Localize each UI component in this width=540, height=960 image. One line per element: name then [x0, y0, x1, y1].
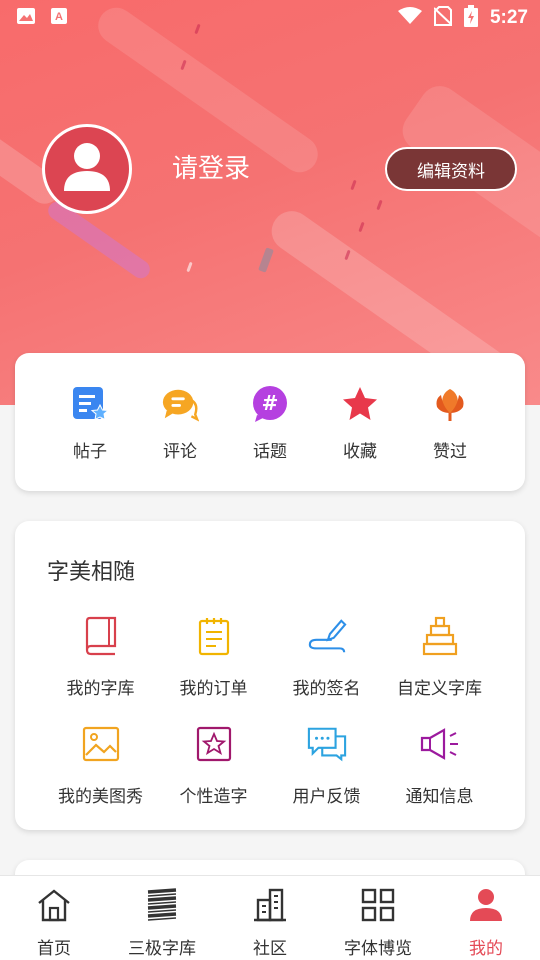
image-icon	[16, 7, 36, 29]
quick-action-favorites[interactable]: 收藏	[315, 385, 405, 491]
building-icon	[252, 888, 288, 926]
quick-action-topics[interactable]: # 话题	[225, 385, 315, 491]
feature-custom-fonts[interactable]: 自定义字库	[383, 615, 496, 699]
picture-icon	[81, 723, 121, 764]
tab-label: 字体博览	[344, 939, 412, 959]
like-icon	[431, 385, 469, 423]
feature-my-signature[interactable]: 我的签名	[270, 615, 383, 699]
quick-actions-card: 帖子 评论 # 话题 收藏 赞过	[15, 353, 525, 491]
feature-my-pictures[interactable]: 我的美图秀	[44, 723, 157, 807]
book-icon	[81, 615, 121, 656]
feature-notifications[interactable]: 通知信息	[383, 723, 496, 807]
decor-dot	[358, 221, 365, 233]
feature-label: 我的订单	[179, 679, 248, 699]
tab-mine[interactable]: 我的	[432, 876, 540, 960]
wifi-icon	[397, 7, 422, 29]
quick-action-label: 话题	[253, 442, 287, 462]
feedback-icon	[307, 723, 347, 764]
quick-action-likes[interactable]: 赞过	[405, 385, 495, 491]
login-prompt[interactable]: 请登录	[172, 148, 250, 185]
user-icon	[468, 888, 504, 926]
tab-community[interactable]: 社区	[216, 876, 324, 960]
quick-action-label: 赞过	[433, 442, 467, 462]
decor-dot	[186, 261, 193, 273]
signature-icon	[307, 615, 347, 656]
feature-label: 通知信息	[405, 787, 474, 807]
feature-label: 我的签名	[292, 679, 361, 699]
star-icon	[341, 385, 379, 423]
decor-dot	[350, 179, 357, 191]
star-frame-icon	[194, 723, 234, 764]
comment-icon	[161, 385, 199, 423]
feature-my-fonts[interactable]: 我的字库	[44, 615, 157, 699]
svg-text:A: A	[55, 11, 63, 23]
decor-dot	[376, 199, 383, 211]
quick-action-label: 帖子	[73, 442, 107, 462]
tab-label: 我的	[469, 939, 503, 959]
stack-icon	[144, 888, 180, 926]
quick-action-label: 评论	[163, 442, 197, 462]
tab-label: 三极字库	[128, 939, 196, 959]
status-bar: A 5:27	[0, 0, 540, 36]
no-sim-icon	[433, 6, 453, 30]
megaphone-icon	[420, 723, 460, 764]
edit-profile-button[interactable]: 编辑资料	[385, 147, 517, 191]
tab-font-gallery[interactable]: 字体博览	[324, 876, 432, 960]
quick-action-label: 收藏	[343, 442, 377, 462]
avatar[interactable]	[42, 124, 132, 214]
tab-home[interactable]: 首页	[0, 876, 108, 960]
battery-charging-icon	[463, 5, 478, 31]
bottom-tab-bar: 首页 三极字库 社区 字体博览 我的	[0, 875, 540, 960]
app-icon: A	[50, 7, 68, 29]
grid-icon	[360, 888, 396, 926]
feature-label: 我的字库	[66, 679, 135, 699]
features-grid: 我的字库 我的订单 我的签名 自定义字库 我的美图秀 个性造字 用户反馈 通知信…	[15, 615, 525, 807]
user-icon	[62, 141, 112, 197]
decor-dot	[258, 247, 274, 273]
tab-fonts-library[interactable]: 三极字库	[108, 876, 216, 960]
feature-user-feedback[interactable]: 用户反馈	[270, 723, 383, 807]
tab-label: 社区	[253, 939, 287, 959]
tower-icon	[420, 615, 460, 656]
features-card: 字美相随 我的字库 我的订单 我的签名 自定义字库 我的美图秀 个性造字 用户反…	[15, 521, 525, 830]
topic-icon: #	[251, 385, 289, 423]
quick-action-comments[interactable]: 评论	[135, 385, 225, 491]
feature-custom-char[interactable]: 个性造字	[157, 723, 270, 807]
svg-text:#: #	[262, 391, 279, 415]
feature-label: 个性造字	[179, 787, 248, 807]
feature-my-orders[interactable]: 我的订单	[157, 615, 270, 699]
feature-label: 我的美图秀	[58, 787, 143, 807]
feature-label: 用户反馈	[292, 787, 361, 807]
section-title: 字美相随	[47, 560, 136, 585]
tab-label: 首页	[37, 939, 71, 959]
quick-action-posts[interactable]: 帖子	[45, 385, 135, 491]
home-icon	[36, 888, 72, 926]
clock: 5:27	[489, 7, 528, 28]
post-icon	[71, 385, 109, 423]
order-icon	[194, 615, 234, 656]
feature-label: 自定义字库	[397, 679, 482, 699]
